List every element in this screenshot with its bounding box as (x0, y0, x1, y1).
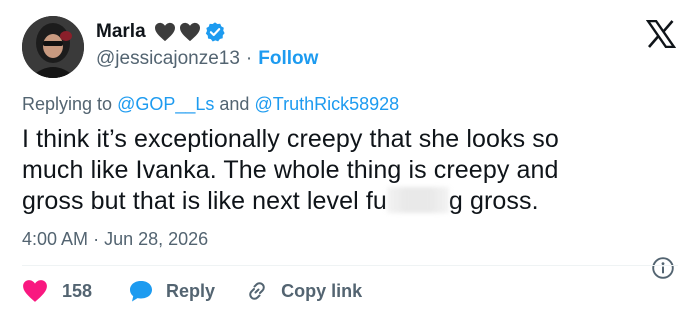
replying-to: Replying to @GOP__Ls and @TruthRick58928 (22, 94, 399, 115)
mention-link[interactable]: @TruthRick58928 (254, 94, 399, 114)
separator-dot: · (93, 229, 100, 249)
tweet-time: 4:00 AM (22, 229, 89, 249)
avatar[interactable] (22, 16, 84, 78)
link-icon (249, 282, 265, 300)
tweet-date: Jun 28, 2026 (104, 229, 209, 249)
like-count: 158 (62, 280, 93, 301)
copy-link-label: Copy link (281, 280, 363, 301)
author-handle[interactable]: @jessicajonze13 (96, 48, 240, 70)
reply-button[interactable]: Reply (128, 279, 215, 303)
tweet-line-part: gross but that is like next level fu (22, 187, 387, 215)
tweet-line: I think it’s exceptionally creepy that s… (22, 125, 559, 153)
like-button[interactable]: 158 (22, 279, 92, 303)
black-heart-icon (179, 22, 201, 42)
censor-blur (386, 187, 449, 213)
copy-link-button[interactable]: Copy link (245, 279, 362, 303)
author-name[interactable]: Marla (96, 21, 146, 43)
info-icon[interactable] (651, 256, 675, 280)
speech-bubble-icon (130, 281, 153, 302)
reply-label: Reply (166, 280, 216, 301)
follow-button[interactable]: Follow (258, 48, 318, 70)
replying-conjunction: and (219, 94, 250, 114)
divider (22, 265, 678, 266)
tweet-line: much like Ivanka. The whole thing is cre… (22, 156, 559, 184)
mention-link[interactable]: @GOP__Ls (117, 94, 214, 114)
replying-prefix: Replying to (22, 94, 113, 114)
tweet-line-part: g gross. (448, 187, 539, 215)
verified-badge-icon (204, 21, 226, 43)
author-name-row: Marla (96, 20, 226, 44)
tweet-text: I think it’s exceptionally creepy that s… (22, 124, 672, 217)
tweet-timestamp[interactable]: 4:00 AM · Jun 28, 2026 (22, 229, 208, 250)
separator-dot: · (245, 48, 253, 69)
heart-icon (23, 280, 47, 302)
tweet-line: gross but that is like next level fu g gr… (22, 186, 672, 217)
author-handle-row: @jessicajonze13 · Follow (96, 48, 318, 70)
action-bar: 158 Reply Copy link (22, 276, 362, 306)
x-logo-icon[interactable] (645, 19, 677, 49)
black-heart-icon (154, 22, 176, 42)
